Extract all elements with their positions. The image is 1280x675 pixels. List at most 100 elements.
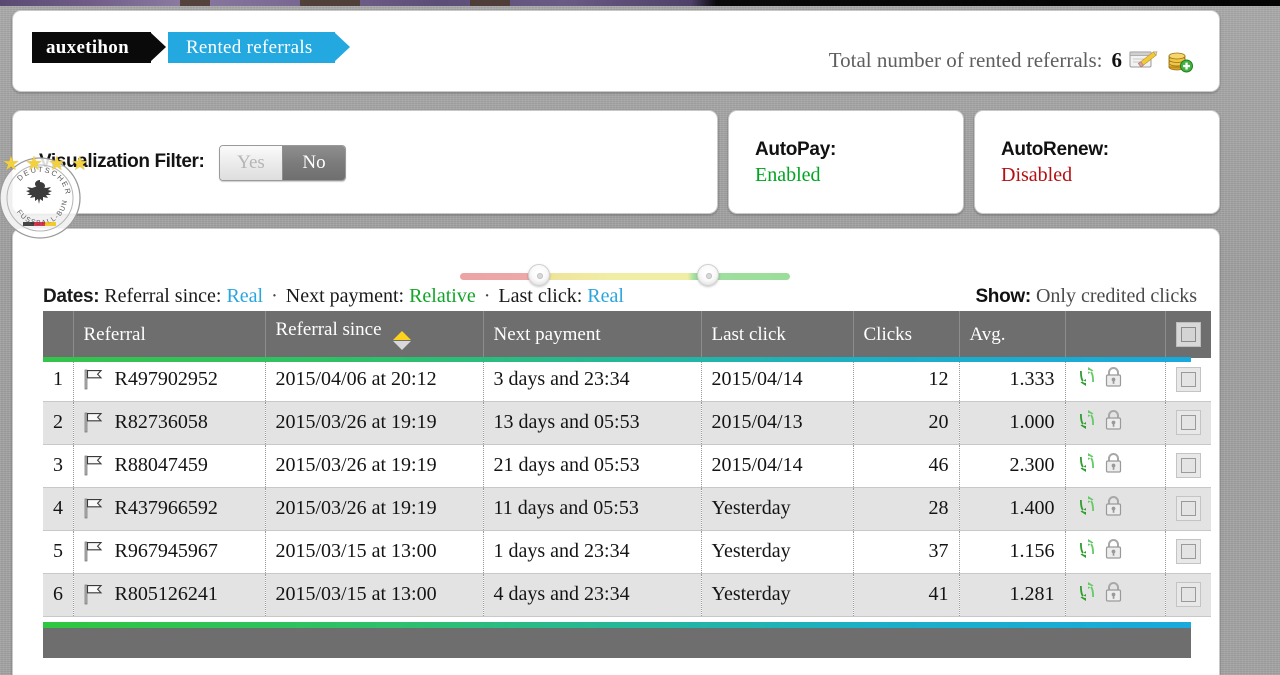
toggle-option-yes[interactable]: Yes xyxy=(220,146,282,180)
recycle-icon[interactable] xyxy=(1076,452,1098,479)
row-index: 4 xyxy=(43,487,74,531)
table-header-row: Referral Referral since Next payment Las… xyxy=(43,311,1211,358)
row-select-cell[interactable] xyxy=(1165,444,1211,488)
column-header-last-click[interactable]: Last click xyxy=(701,311,854,358)
sort-descending-icon[interactable] xyxy=(393,341,412,350)
autorenew-panel[interactable]: AutoRenew: Disabled xyxy=(974,110,1220,214)
row-referral-cell[interactable]: R967945967 xyxy=(73,530,266,574)
table-header-gradient-rule xyxy=(43,357,1191,362)
row-next-payment: 11 days and 05:53 xyxy=(483,487,702,531)
row-referral-cell[interactable]: R88047459 xyxy=(73,444,266,488)
column-header-referral-since[interactable]: Referral since xyxy=(265,311,484,358)
last-click-mode[interactable]: Real xyxy=(587,285,624,307)
lock-icon[interactable] xyxy=(1104,538,1123,565)
recycle-icon[interactable] xyxy=(1076,495,1098,522)
column-header-actions xyxy=(1065,311,1166,358)
row-checkbox[interactable] xyxy=(1175,410,1201,435)
breadcrumb-item-rented-referrals[interactable]: Rented referrals xyxy=(167,32,350,63)
row-referral-name: R805126241 xyxy=(114,583,218,605)
autopay-panel[interactable]: AutoPay: Enabled xyxy=(728,110,964,214)
select-all-checkbox[interactable] xyxy=(1175,322,1201,347)
row-referral-cell[interactable]: R82736058 xyxy=(73,401,266,445)
column-header-next-payment[interactable]: Next payment xyxy=(483,311,702,358)
row-index: 1 xyxy=(43,358,74,402)
breadcrumb-item-site[interactable]: auxetihon xyxy=(32,32,166,63)
toggle-option-no[interactable]: No xyxy=(282,146,345,180)
sort-arrows-icon[interactable] xyxy=(393,331,412,350)
table-row[interactable]: 3 R88047459 2015/03/26 at 19:19 21 days and… xyxy=(43,444,1211,488)
row-next-payment: 4 days and 23:34 xyxy=(483,573,702,617)
referral-since-mode[interactable]: Real xyxy=(226,285,263,307)
sort-ascending-icon[interactable] xyxy=(393,331,412,340)
row-referral-cell[interactable]: R497902952 xyxy=(73,358,266,402)
slider-track[interactable] xyxy=(460,273,790,280)
date-range-slider[interactable] xyxy=(450,264,796,286)
table-row[interactable]: 1 R497902952 2015/04/06 at 20:12 3 days and… xyxy=(43,358,1211,402)
table-row[interactable]: 2 R82736058 2015/03/26 at 19:19 13 days and… xyxy=(43,401,1211,445)
lock-icon[interactable] xyxy=(1104,495,1123,522)
table-footer-gradient-rule xyxy=(43,622,1191,628)
total-referrals-label: Total number of rented referrals: xyxy=(828,47,1103,72)
row-index: 3 xyxy=(43,444,74,488)
row-clicks: 28 xyxy=(853,487,960,531)
row-last-click: 2015/04/14 xyxy=(701,358,854,402)
slider-handle-right[interactable] xyxy=(697,264,719,286)
lock-icon[interactable] xyxy=(1104,452,1123,479)
row-checkbox[interactable] xyxy=(1175,539,1201,564)
column-header-avg[interactable]: Avg. xyxy=(959,311,1066,358)
row-avg: 1.333 xyxy=(959,358,1066,402)
row-select-cell[interactable] xyxy=(1165,573,1211,617)
row-referral-since: 2015/03/15 at 13:00 xyxy=(265,573,484,617)
table-row[interactable]: 5 R967945967 2015/03/15 at 13:00 1 days and… xyxy=(43,530,1211,574)
row-referral-cell[interactable]: R437966592 xyxy=(73,487,266,531)
row-select-cell[interactable] xyxy=(1165,358,1211,402)
table-row[interactable]: 4 R437966592 2015/03/26 at 19:19 11 days an… xyxy=(43,487,1211,531)
recycle-icon[interactable] xyxy=(1076,366,1098,393)
row-select-cell[interactable] xyxy=(1165,487,1211,531)
recycle-icon[interactable] xyxy=(1076,409,1098,436)
lock-icon[interactable] xyxy=(1104,366,1123,393)
visualization-filter-toggle[interactable]: Yes No xyxy=(219,145,346,181)
flag-icon[interactable] xyxy=(84,541,103,562)
row-select-cell[interactable] xyxy=(1165,401,1211,445)
notepad-pencil-icon[interactable] xyxy=(1129,48,1159,72)
row-referral-since: 2015/03/26 at 19:19 xyxy=(265,487,484,531)
row-clicks: 12 xyxy=(853,358,960,402)
row-last-click: 2015/04/14 xyxy=(701,444,854,488)
row-last-click: Yesterday xyxy=(701,487,854,531)
autorenew-status: Disabled xyxy=(1001,164,1073,186)
row-referral-cell[interactable]: R805126241 xyxy=(73,573,266,617)
row-avg: 1.400 xyxy=(959,487,1066,531)
row-checkbox[interactable] xyxy=(1175,453,1201,478)
row-referral-name: R82736058 xyxy=(114,411,208,433)
row-clicks: 37 xyxy=(853,530,960,574)
column-header-referral-since-label: Referral since xyxy=(275,319,382,340)
row-checkbox[interactable] xyxy=(1175,496,1201,521)
table-row[interactable]: 6 R805126241 2015/03/15 at 13:00 4 days and… xyxy=(43,573,1211,617)
next-payment-mode[interactable]: Relative xyxy=(409,285,476,307)
flag-icon[interactable] xyxy=(84,455,103,476)
flag-icon[interactable] xyxy=(84,498,103,519)
row-avg: 1.156 xyxy=(959,530,1066,574)
show-settings: Show: Only credited clicks xyxy=(975,285,1197,308)
row-select-cell[interactable] xyxy=(1165,530,1211,574)
table-footer-bar xyxy=(43,628,1191,658)
column-header-select-all[interactable] xyxy=(1165,311,1211,358)
flag-icon[interactable] xyxy=(84,412,103,433)
show-value[interactable]: Only credited clicks xyxy=(1036,285,1197,307)
row-referral-name: R967945967 xyxy=(114,540,218,562)
breadcrumb: auxetihon Rented referrals xyxy=(32,32,350,63)
lock-icon[interactable] xyxy=(1104,409,1123,436)
add-coins-icon[interactable] xyxy=(1166,47,1193,73)
row-checkbox[interactable] xyxy=(1175,582,1201,607)
column-header-clicks[interactable]: Clicks xyxy=(853,311,960,358)
recycle-icon[interactable] xyxy=(1076,581,1098,608)
lock-icon[interactable] xyxy=(1104,581,1123,608)
row-last-click: Yesterday xyxy=(701,573,854,617)
slider-handle-left[interactable] xyxy=(528,264,550,286)
recycle-icon[interactable] xyxy=(1076,538,1098,565)
flag-icon[interactable] xyxy=(84,369,103,390)
flag-icon[interactable] xyxy=(84,584,103,605)
column-header-referral[interactable]: Referral xyxy=(73,311,266,358)
row-checkbox[interactable] xyxy=(1175,366,1201,392)
